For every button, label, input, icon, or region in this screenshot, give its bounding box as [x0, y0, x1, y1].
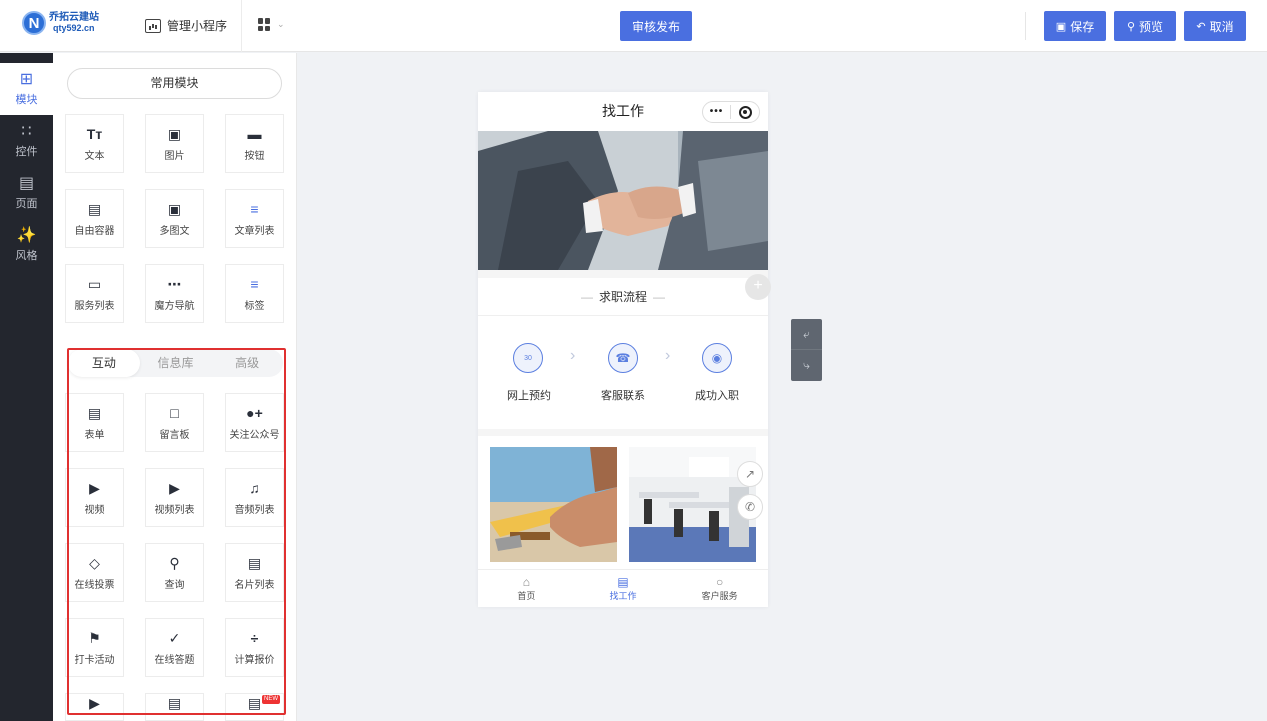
more-icon: •••: [703, 105, 732, 119]
step-label: 客服联系: [601, 390, 645, 402]
apps-menu-button[interactable]: ⌄: [258, 18, 285, 31]
save-button[interactable]: ▣ 保存: [1044, 11, 1106, 41]
service-list-icon: ▭: [87, 276, 102, 292]
save-icon: ▣: [1055, 20, 1067, 33]
tag-icon: ≡: [250, 276, 259, 292]
headset-icon: ☎: [608, 343, 638, 373]
apps-grid-icon: [258, 18, 271, 31]
common-modules-header[interactable]: 常用模块: [67, 68, 282, 99]
left-nav-rail: ⊞ 模块 ∷ 控件 ▤ 页面 ✨ 风格: [0, 53, 53, 721]
logo-mark: N: [22, 11, 46, 35]
phone-icon[interactable]: ✆: [737, 494, 763, 520]
button-icon: ▬: [247, 126, 262, 142]
module-multi-image[interactable]: ▣ 多图文: [145, 189, 204, 248]
close-target-icon: [731, 105, 759, 119]
pages-icon: ▤: [18, 175, 35, 192]
handshake-image: [478, 131, 768, 270]
home-icon: ⌂: [522, 575, 530, 589]
module-button[interactable]: ▬ 按钮: [225, 114, 284, 173]
logo[interactable]: N 乔拓云建站 qty592.cn: [22, 11, 99, 35]
magic-wand-icon: ✨: [16, 227, 37, 244]
text-icon: Tᴛ: [86, 126, 103, 142]
share-icon[interactable]: ↗: [737, 461, 763, 487]
preview-button[interactable]: ⚲ 预览: [1114, 11, 1176, 41]
cancel-button[interactable]: ↶ 取消: [1184, 11, 1246, 41]
grid-nav-icon: ⋯: [167, 276, 182, 292]
undo-icon: ↶: [1196, 20, 1206, 33]
user-icon: ○: [716, 575, 724, 589]
chevron-right-icon: ›: [570, 347, 576, 364]
rail-item-pages[interactable]: ▤ 页面: [0, 167, 53, 219]
workshop-photo[interactable]: [490, 447, 617, 562]
logo-domain: qty592.cn: [53, 23, 95, 33]
redo-icon: ⤷: [803, 358, 810, 372]
undo-icon: ⤶: [803, 326, 810, 341]
add-module-icon[interactable]: +: [745, 274, 771, 300]
step-label: 成功入职: [695, 390, 739, 402]
divider: [241, 0, 242, 52]
highlight-box: [67, 348, 286, 715]
logo-name: 乔拓云建站: [49, 12, 99, 23]
miniprogram-capsule[interactable]: •••: [702, 101, 760, 123]
undo-button[interactable]: ⤶: [791, 319, 822, 350]
step-label: 网上预约: [507, 390, 551, 402]
tab-customer-service[interactable]: ○ 客户服务: [671, 570, 768, 607]
document-icon: ▤: [617, 575, 629, 589]
module-container[interactable]: ▤ 自由容器: [65, 189, 124, 248]
section-title: — 求职流程 —: [478, 278, 768, 316]
article-list-icon: ≡: [250, 201, 259, 217]
publish-button[interactable]: 审核发布: [620, 11, 692, 41]
plus-square-icon: ⊞: [19, 71, 34, 88]
calendar-icon: 30: [513, 343, 543, 373]
redo-button[interactable]: ⤷: [791, 350, 822, 381]
carpentry-image: [490, 447, 617, 562]
top-bar: N 乔拓云建站 qty592.cn 管理小程序 ⌄ 审核发布 ▣ 保存 ⚲ 预览…: [0, 0, 1267, 52]
rail-item-controls[interactable]: ∷ 控件: [0, 115, 53, 167]
phone-tab-bar: ⌂ 首页 ▤ 找工作 ○ 客户服务: [478, 569, 768, 607]
banner-image[interactable]: [478, 131, 768, 270]
module-service-list[interactable]: ▭ 服务列表: [65, 264, 124, 323]
module-text[interactable]: Tᴛ 文本: [65, 114, 124, 173]
phone-preview: 找工作 ••• — 求职流程 — + 30 › ☎ › ◉ 网上预约 客服联系 成功…: [478, 92, 771, 607]
rail-item-style[interactable]: ✨ 风格: [0, 219, 53, 271]
multi-image-icon: ▣: [167, 201, 182, 217]
divider: [1025, 12, 1026, 40]
module-article-list[interactable]: ≡ 文章列表: [225, 189, 284, 248]
chevron-right-icon: ›: [665, 347, 671, 364]
container-icon: ▤: [87, 201, 102, 217]
bar-chart-icon: [145, 18, 161, 33]
module-tag[interactable]: ≡ 标签: [225, 264, 284, 323]
module-image[interactable]: ▣ 图片: [145, 114, 204, 173]
sliders-icon: ∷: [21, 123, 32, 140]
undo-redo-panel: ⤶ ⤷: [791, 319, 822, 381]
module-grid-nav[interactable]: ⋯ 魔方导航: [145, 264, 204, 323]
manage-miniprogram-button[interactable]: 管理小程序: [145, 17, 227, 34]
rail-item-modules[interactable]: ⊞ 模块: [0, 63, 53, 115]
tab-find-job[interactable]: ▤ 找工作: [575, 570, 672, 607]
handshake-icon: ◉: [702, 343, 732, 373]
tab-home[interactable]: ⌂ 首页: [478, 570, 575, 607]
chevron-down-icon: ⌄: [277, 19, 285, 29]
search-icon: ⚲: [1126, 20, 1136, 33]
image-icon: ▣: [167, 126, 182, 142]
manage-miniprogram-label: 管理小程序: [167, 19, 228, 33]
